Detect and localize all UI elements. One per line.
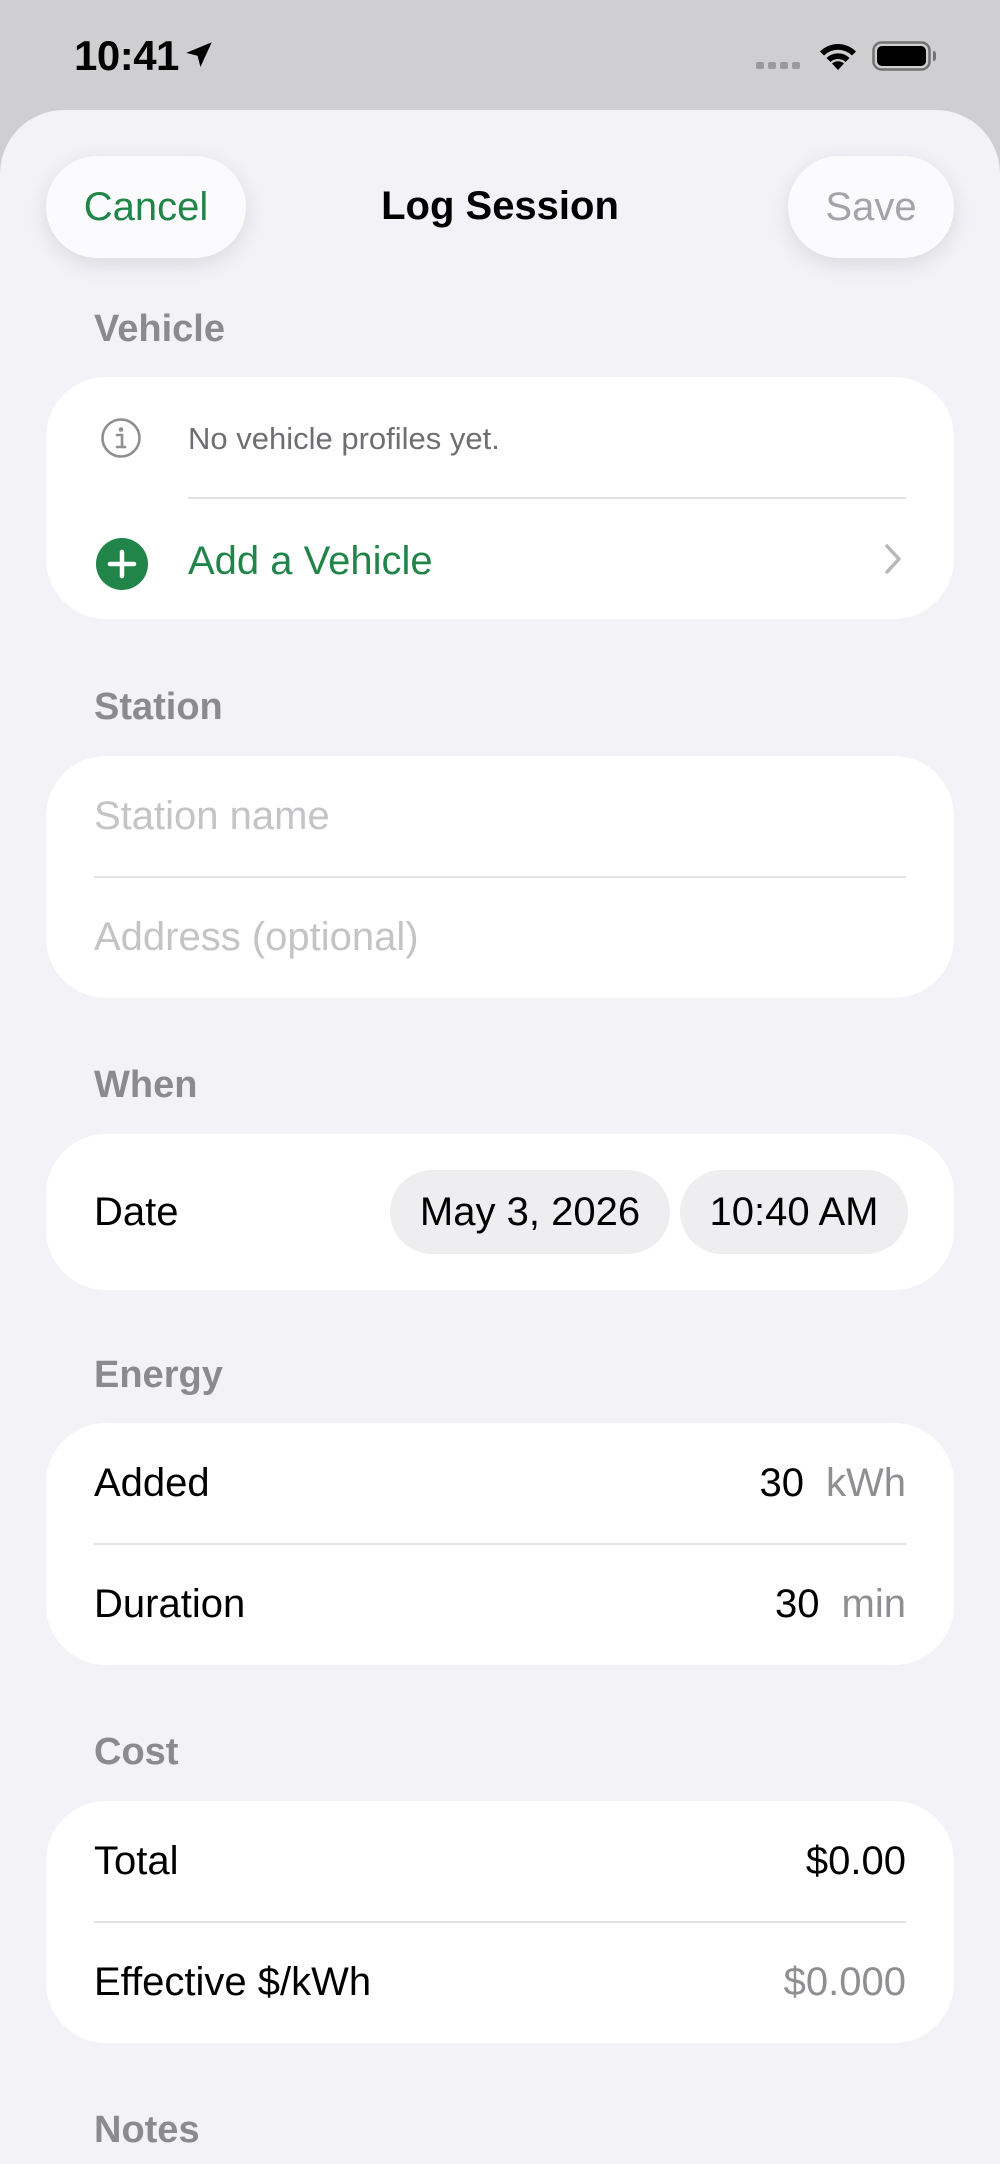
when-card: Date May 3, 2026 10:40 AM <box>46 1134 954 1290</box>
status-time: 10:41 <box>74 32 179 79</box>
station-name-field[interactable]: Station name <box>46 756 954 877</box>
effective-rate-row: Effective $/kWh $0.000 <box>46 1922 954 2043</box>
energy-added-unit: kWh <box>826 1461 906 1505</box>
duration-label: Duration <box>94 1582 246 1626</box>
plus-circle-icon <box>96 538 148 590</box>
info-icon <box>101 418 141 458</box>
section-header-cost: Cost <box>94 1731 179 1773</box>
effective-rate-label: Effective $/kWh <box>94 1960 372 2004</box>
duration-value[interactable]: 30 <box>775 1582 820 1627</box>
total-value[interactable]: $0.00 <box>806 1839 906 1884</box>
signal-icon <box>756 62 800 69</box>
station-card: Station name Address (optional) <box>46 756 954 998</box>
time-picker[interactable]: 10:40 AM <box>680 1170 908 1254</box>
date-picker[interactable]: May 3, 2026 <box>390 1170 670 1254</box>
no-vehicle-info-text: No vehicle profiles yet. <box>188 421 500 456</box>
effective-rate-value: $0.000 <box>783 1960 906 2004</box>
log-session-sheet: Cancel Log Session Save Vehicle No vehic… <box>0 110 1000 2164</box>
nav-bar: Cancel Log Session Save <box>0 110 1000 270</box>
add-vehicle-label: Add a Vehicle <box>188 539 433 583</box>
save-button[interactable]: Save <box>788 156 954 258</box>
add-vehicle-row[interactable]: Add a Vehicle <box>46 498 954 619</box>
energy-added-value[interactable]: 30 <box>760 1461 805 1506</box>
section-header-when: When <box>94 1064 198 1106</box>
wifi-icon <box>820 44 856 70</box>
section-header-vehicle: Vehicle <box>94 308 225 350</box>
section-header-station: Station <box>94 686 223 728</box>
date-label: Date <box>94 1190 179 1234</box>
battery-icon <box>872 41 936 71</box>
section-header-notes: Notes <box>94 2109 200 2151</box>
energy-card: Added 30 kWh Duration 30 min <box>46 1423 954 1665</box>
address-field[interactable]: Address (optional) <box>46 877 954 998</box>
total-label: Total <box>94 1839 179 1883</box>
vehicle-card: No vehicle profiles yet. Add a Vehicle <box>46 377 954 619</box>
duration-unit: min <box>841 1582 906 1626</box>
energy-added-row[interactable]: Added 30 kWh <box>46 1423 954 1544</box>
section-header-energy: Energy <box>94 1354 223 1396</box>
location-arrow-icon <box>186 42 212 68</box>
energy-added-label: Added <box>94 1461 210 1505</box>
station-name-placeholder: Station name <box>94 794 330 838</box>
cost-card: Total $0.00 Effective $/kWh $0.000 <box>46 1801 954 2043</box>
address-placeholder: Address (optional) <box>94 915 419 959</box>
duration-row[interactable]: Duration 30 min <box>46 1544 954 1665</box>
total-cost-row[interactable]: Total $0.00 <box>46 1801 954 1922</box>
chevron-right-icon <box>885 544 901 574</box>
status-bar: 10:41 <box>0 0 1000 110</box>
